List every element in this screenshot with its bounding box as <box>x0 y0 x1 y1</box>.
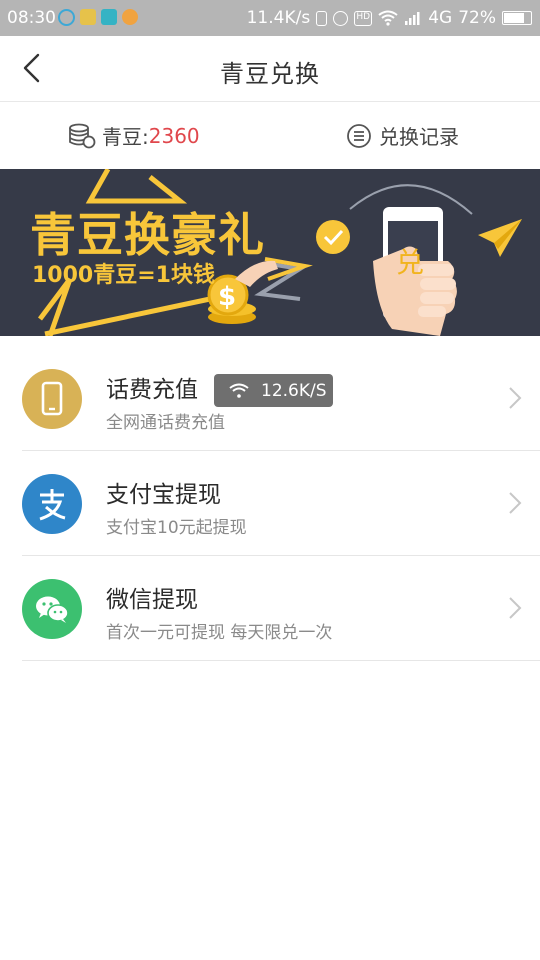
item-subtitle: 全网通话费充值 <box>106 413 225 433</box>
app-notification-icon <box>101 9 117 25</box>
hd-icon: HD <box>354 10 373 26</box>
coins-stack-icon <box>69 123 96 148</box>
list-item-alipay-withdraw[interactable]: 支付宝提现 支付宝10元起提现 <box>0 451 540 556</box>
phone-icon <box>41 381 63 416</box>
chevron-right-icon <box>509 492 522 514</box>
exchange-records-button[interactable]: 兑换记录 <box>346 121 459 150</box>
banner-title: 青豆换豪礼 <box>30 208 265 262</box>
list-item-wechat-withdraw[interactable]: 微信提现 首次一元可提现 每天限兑一次 <box>0 556 540 661</box>
battery-percent: 72% <box>458 8 496 28</box>
status-right: 11.4K/s HD 4G 72% <box>247 8 532 28</box>
beans-count: 2360 <box>148 123 200 148</box>
app-header: 青豆兑换 <box>0 36 540 102</box>
speed-toast: 12.6K/S <box>214 374 333 407</box>
list-icon <box>347 123 371 148</box>
phone-screen-text: 兑 <box>396 246 425 279</box>
signal-icon <box>405 12 420 25</box>
list-item-phone-recharge[interactable]: 话费充值 全网通话费充值 12.6K/S <box>0 346 540 451</box>
item-subtitle: 支付宝10元起提现 <box>106 518 247 538</box>
icon-badge <box>22 369 82 429</box>
beans-balance: 青豆: 2360 <box>68 121 200 150</box>
network-type: 4G <box>428 8 453 28</box>
promo-banner[interactable]: $ 青豆换豪礼 1000青豆=1块钱 兑 <box>0 169 540 336</box>
speed-value: 12.6K/S <box>261 380 327 401</box>
divider <box>22 660 540 661</box>
app-notification-icon <box>122 9 138 25</box>
icon-badge <box>22 474 82 534</box>
banner-subtitle: 1000青豆=1块钱 <box>32 263 215 288</box>
exchange-records-label: 兑换记录 <box>379 125 459 149</box>
item-title: 微信提现 <box>106 587 198 613</box>
wifi-icon <box>229 383 249 398</box>
beans-label: 青豆: <box>102 125 149 149</box>
icon-badge <box>22 579 82 639</box>
item-title: 支付宝提现 <box>106 482 221 508</box>
status-bar: 08:30 11.4K/s HD 4G 72% <box>0 0 540 36</box>
notification-icons <box>58 9 138 26</box>
net-speed: 11.4K/s <box>246 8 311 28</box>
chevron-right-icon <box>509 597 522 619</box>
beans-summary: 青豆: 2360 兑换记录 <box>0 102 540 169</box>
chevron-right-icon <box>509 387 522 409</box>
page-title: 青豆兑换 <box>220 60 320 88</box>
wechat-icon <box>36 596 69 623</box>
battery-icon <box>502 11 532 25</box>
item-title: 话费充值 <box>106 377 198 403</box>
alipay-icon <box>39 489 66 521</box>
status-time: 08:30 <box>7 8 56 28</box>
wifi-icon <box>378 10 398 26</box>
item-subtitle: 首次一元可提现 每天限兑一次 <box>106 623 333 643</box>
headset-icon <box>58 9 75 26</box>
vibrate-icon <box>316 10 328 26</box>
alarm-icon <box>333 10 349 26</box>
exchange-options-list: 话费充值 全网通话费充值 12.6K/S 支付宝提现 支付宝10元起提现 微信提… <box>0 346 540 661</box>
svg-text:$: $ <box>218 282 236 312</box>
app-notification-icon <box>80 9 96 25</box>
